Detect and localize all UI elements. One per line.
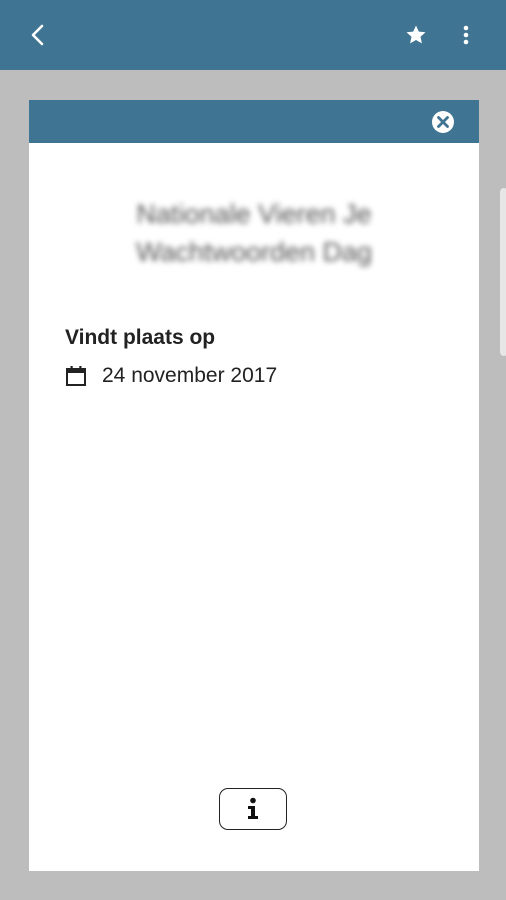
event-card: Nationale Vieren Je Wachtwoorden Dag Vin… bbox=[29, 100, 479, 871]
close-circle-icon bbox=[432, 111, 454, 133]
event-date: 24 november 2017 bbox=[102, 364, 278, 387]
scroll-indicator[interactable] bbox=[500, 188, 506, 356]
app-bar bbox=[0, 0, 506, 70]
calendar-icon bbox=[65, 365, 87, 387]
info-icon bbox=[248, 797, 258, 819]
back-button[interactable] bbox=[20, 17, 56, 53]
star-icon bbox=[406, 25, 426, 44]
chevron-left-icon bbox=[31, 24, 44, 46]
close-button[interactable] bbox=[430, 109, 456, 135]
favorite-button[interactable] bbox=[398, 17, 434, 53]
date-row: 24 november 2017 bbox=[65, 362, 277, 390]
info-button[interactable] bbox=[219, 788, 287, 830]
occurs-label: Vindt plaats op bbox=[65, 326, 216, 349]
event-title: Nationale Vieren Je Wachtwoorden Dag bbox=[135, 199, 373, 267]
more-vertical-icon bbox=[463, 25, 469, 45]
card-header bbox=[29, 100, 479, 143]
more-options-button[interactable] bbox=[448, 17, 484, 53]
